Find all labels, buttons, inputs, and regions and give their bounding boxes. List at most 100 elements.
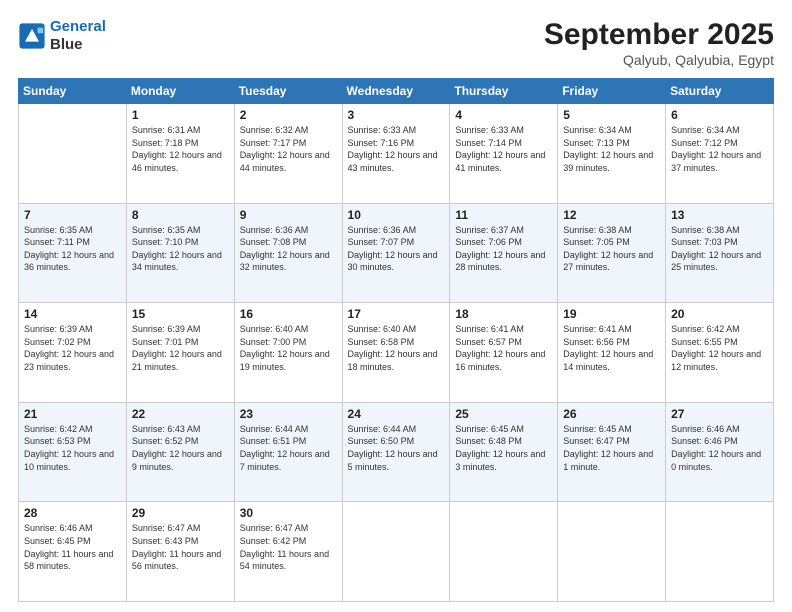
calendar-week-row: 7 Sunrise: 6:35 AMSunset: 7:11 PMDaylight… — [19, 203, 774, 303]
cell-details: Sunrise: 6:46 AMSunset: 6:45 PMDaylight:… — [24, 522, 121, 572]
calendar-cell — [558, 502, 666, 602]
calendar-cell: 27 Sunrise: 6:46 AMSunset: 6:46 PMDayligh… — [666, 402, 774, 502]
cell-details: Sunrise: 6:34 AMSunset: 7:13 PMDaylight:… — [563, 124, 660, 174]
cell-details: Sunrise: 6:46 AMSunset: 6:46 PMDaylight:… — [671, 423, 768, 473]
calendar-cell: 15 Sunrise: 6:39 AMSunset: 7:01 PMDayligh… — [126, 303, 234, 403]
cell-details: Sunrise: 6:33 AMSunset: 7:14 PMDaylight:… — [455, 124, 552, 174]
cell-details: Sunrise: 6:39 AMSunset: 7:01 PMDaylight:… — [132, 323, 229, 373]
cell-details: Sunrise: 6:47 AMSunset: 6:42 PMDaylight:… — [240, 522, 337, 572]
calendar-header-friday: Friday — [558, 79, 666, 104]
day-number: 8 — [132, 208, 229, 222]
day-number: 10 — [348, 208, 445, 222]
calendar-cell: 25 Sunrise: 6:45 AMSunset: 6:48 PMDayligh… — [450, 402, 558, 502]
cell-details: Sunrise: 6:42 AMSunset: 6:53 PMDaylight:… — [24, 423, 121, 473]
cell-details: Sunrise: 6:43 AMSunset: 6:52 PMDaylight:… — [132, 423, 229, 473]
logo-text: General Blue — [50, 18, 106, 54]
cell-details: Sunrise: 6:40 AMSunset: 7:00 PMDaylight:… — [240, 323, 337, 373]
logo-line2: Blue — [50, 36, 106, 54]
day-number: 14 — [24, 307, 121, 321]
calendar-cell — [450, 502, 558, 602]
page: General Blue September 2025 Qalyub, Qaly… — [0, 0, 792, 612]
calendar-cell: 7 Sunrise: 6:35 AMSunset: 7:11 PMDaylight… — [19, 203, 127, 303]
day-number: 24 — [348, 407, 445, 421]
day-number: 3 — [348, 108, 445, 122]
calendar-cell: 26 Sunrise: 6:45 AMSunset: 6:47 PMDayligh… — [558, 402, 666, 502]
cell-details: Sunrise: 6:38 AMSunset: 7:05 PMDaylight:… — [563, 224, 660, 274]
day-number: 9 — [240, 208, 337, 222]
day-number: 5 — [563, 108, 660, 122]
calendar-cell: 8 Sunrise: 6:35 AMSunset: 7:10 PMDaylight… — [126, 203, 234, 303]
header: General Blue September 2025 Qalyub, Qaly… — [18, 18, 774, 68]
day-number: 27 — [671, 407, 768, 421]
calendar-cell: 18 Sunrise: 6:41 AMSunset: 6:57 PMDayligh… — [450, 303, 558, 403]
logo-icon — [18, 22, 46, 50]
day-number: 29 — [132, 506, 229, 520]
calendar-cell — [19, 104, 127, 204]
calendar-cell: 30 Sunrise: 6:47 AMSunset: 6:42 PMDayligh… — [234, 502, 342, 602]
cell-details: Sunrise: 6:44 AMSunset: 6:51 PMDaylight:… — [240, 423, 337, 473]
logo: General Blue — [18, 18, 106, 54]
calendar-table: SundayMondayTuesdayWednesdayThursdayFrid… — [18, 78, 774, 602]
day-number: 6 — [671, 108, 768, 122]
calendar-cell: 12 Sunrise: 6:38 AMSunset: 7:05 PMDayligh… — [558, 203, 666, 303]
title-block: September 2025 Qalyub, Qalyubia, Egypt — [544, 18, 774, 68]
calendar-cell: 24 Sunrise: 6:44 AMSunset: 6:50 PMDayligh… — [342, 402, 450, 502]
day-number: 26 — [563, 407, 660, 421]
cell-details: Sunrise: 6:35 AMSunset: 7:10 PMDaylight:… — [132, 224, 229, 274]
calendar-cell: 29 Sunrise: 6:47 AMSunset: 6:43 PMDayligh… — [126, 502, 234, 602]
calendar-cell: 19 Sunrise: 6:41 AMSunset: 6:56 PMDayligh… — [558, 303, 666, 403]
cell-details: Sunrise: 6:41 AMSunset: 6:57 PMDaylight:… — [455, 323, 552, 373]
cell-details: Sunrise: 6:47 AMSunset: 6:43 PMDaylight:… — [132, 522, 229, 572]
calendar-cell: 10Sunrise: 6:36 AMSunset: 7:07 PMDayligh… — [342, 203, 450, 303]
calendar-cell: 23 Sunrise: 6:44 AMSunset: 6:51 PMDayligh… — [234, 402, 342, 502]
calendar-week-row: 28 Sunrise: 6:46 AMSunset: 6:45 PMDayligh… — [19, 502, 774, 602]
calendar-cell: 2 Sunrise: 6:32 AMSunset: 7:17 PMDaylight… — [234, 104, 342, 204]
cell-details: Sunrise: 6:38 AMSunset: 7:03 PMDaylight:… — [671, 224, 768, 274]
day-number: 2 — [240, 108, 337, 122]
calendar-header-tuesday: Tuesday — [234, 79, 342, 104]
calendar-header-monday: Monday — [126, 79, 234, 104]
calendar-cell: 17Sunrise: 6:40 AMSunset: 6:58 PMDayligh… — [342, 303, 450, 403]
day-number: 7 — [24, 208, 121, 222]
cell-details: Sunrise: 6:35 AMSunset: 7:11 PMDaylight:… — [24, 224, 121, 274]
calendar-cell: 16Sunrise: 6:40 AMSunset: 7:00 PMDayligh… — [234, 303, 342, 403]
calendar-week-row: 1Sunrise: 6:31 AMSunset: 7:18 PMDaylight… — [19, 104, 774, 204]
cell-details: Sunrise: 6:37 AMSunset: 7:06 PMDaylight:… — [455, 224, 552, 274]
calendar-cell: 6 Sunrise: 6:34 AMSunset: 7:12 PMDaylight… — [666, 104, 774, 204]
day-number: 17 — [348, 307, 445, 321]
calendar-cell: 20Sunrise: 6:42 AMSunset: 6:55 PMDayligh… — [666, 303, 774, 403]
day-number: 18 — [455, 307, 552, 321]
calendar-cell — [342, 502, 450, 602]
calendar-header-wednesday: Wednesday — [342, 79, 450, 104]
day-number: 11 — [455, 208, 552, 222]
day-number: 22 — [132, 407, 229, 421]
calendar-cell — [666, 502, 774, 602]
cell-details: Sunrise: 6:31 AMSunset: 7:18 PMDaylight:… — [132, 124, 229, 174]
day-number: 12 — [563, 208, 660, 222]
cell-details: Sunrise: 6:36 AMSunset: 7:08 PMDaylight:… — [240, 224, 337, 274]
cell-details: Sunrise: 6:41 AMSunset: 6:56 PMDaylight:… — [563, 323, 660, 373]
day-number: 19 — [563, 307, 660, 321]
cell-details: Sunrise: 6:33 AMSunset: 7:16 PMDaylight:… — [348, 124, 445, 174]
calendar-cell: 14 Sunrise: 6:39 AMSunset: 7:02 PMDayligh… — [19, 303, 127, 403]
cell-details: Sunrise: 6:32 AMSunset: 7:17 PMDaylight:… — [240, 124, 337, 174]
day-number: 21 — [24, 407, 121, 421]
calendar-cell: 9 Sunrise: 6:36 AMSunset: 7:08 PMDaylight… — [234, 203, 342, 303]
calendar-cell: 22 Sunrise: 6:43 AMSunset: 6:52 PMDayligh… — [126, 402, 234, 502]
calendar-week-row: 21 Sunrise: 6:42 AMSunset: 6:53 PMDayligh… — [19, 402, 774, 502]
cell-details: Sunrise: 6:45 AMSunset: 6:48 PMDaylight:… — [455, 423, 552, 473]
cell-details: Sunrise: 6:45 AMSunset: 6:47 PMDaylight:… — [563, 423, 660, 473]
day-number: 30 — [240, 506, 337, 520]
calendar-cell: 3 Sunrise: 6:33 AMSunset: 7:16 PMDaylight… — [342, 104, 450, 204]
cell-details: Sunrise: 6:42 AMSunset: 6:55 PMDaylight:… — [671, 323, 768, 373]
cell-details: Sunrise: 6:34 AMSunset: 7:12 PMDaylight:… — [671, 124, 768, 174]
calendar-header-thursday: Thursday — [450, 79, 558, 104]
day-number: 28 — [24, 506, 121, 520]
calendar-cell: 4Sunrise: 6:33 AMSunset: 7:14 PMDaylight… — [450, 104, 558, 204]
day-number: 15 — [132, 307, 229, 321]
cell-details: Sunrise: 6:44 AMSunset: 6:50 PMDaylight:… — [348, 423, 445, 473]
cell-details: Sunrise: 6:39 AMSunset: 7:02 PMDaylight:… — [24, 323, 121, 373]
day-number: 23 — [240, 407, 337, 421]
day-number: 25 — [455, 407, 552, 421]
calendar-cell: 21 Sunrise: 6:42 AMSunset: 6:53 PMDayligh… — [19, 402, 127, 502]
